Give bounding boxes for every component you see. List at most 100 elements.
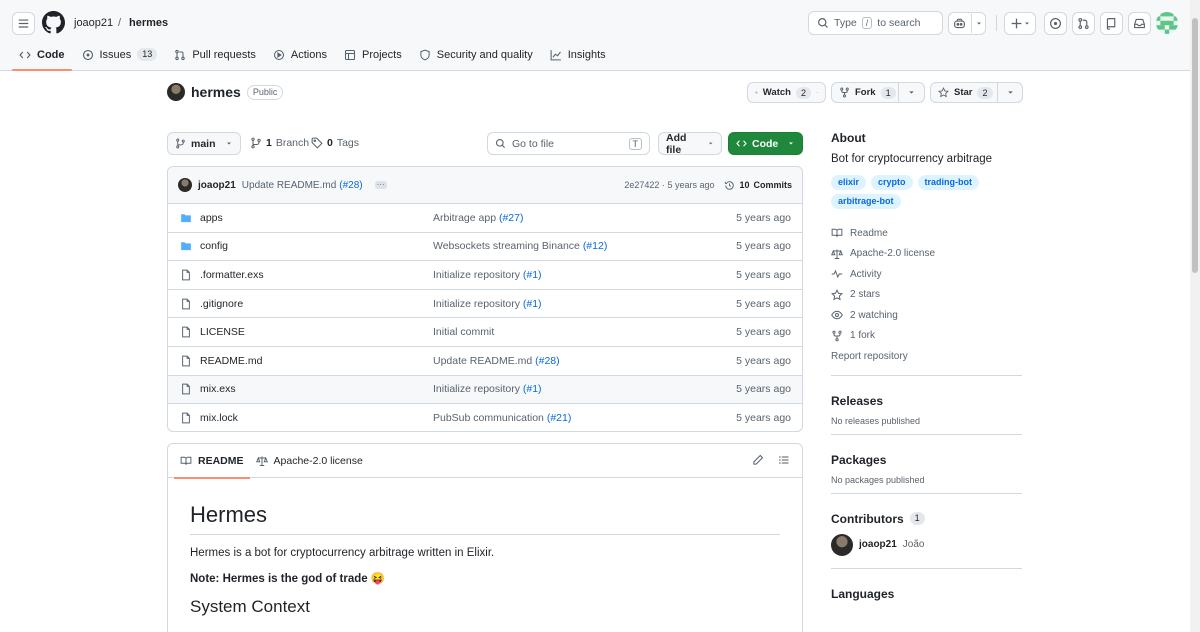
file-row[interactable]: apps Arbitrage app (#27) 5 years ago <box>168 204 802 233</box>
about-link[interactable]: Readme <box>831 223 1022 244</box>
file-commit-message[interactable]: Update README.md (#28) <box>433 355 560 367</box>
tab-issues[interactable]: Issues 13 <box>75 44 165 65</box>
file-row[interactable]: README.md Update README.md (#28) 5 years a… <box>168 347 802 376</box>
tab-security[interactable]: Security and quality <box>412 44 540 65</box>
contributors-heading[interactable]: Contributors 1 <box>831 512 1022 526</box>
file-commit-text[interactable]: Arbitrage app <box>433 212 496 224</box>
file-name[interactable]: .formatter.exs <box>200 269 264 281</box>
list-unordered-icon[interactable] <box>778 454 790 466</box>
github-logo-icon[interactable] <box>42 11 65 34</box>
breadcrumb-owner[interactable]: joaop21 <box>74 17 113 29</box>
menu-button[interactable] <box>12 12 35 35</box>
file-name[interactable]: apps <box>200 212 223 224</box>
code-button[interactable]: Code <box>728 132 803 155</box>
commit-hash[interactable]: 2e27422 <box>624 180 659 190</box>
file-commit-text[interactable]: Initialize repository <box>433 298 520 310</box>
file-name-cell[interactable]: LICENSE <box>180 326 245 338</box>
file-commit-message[interactable]: Initialize repository (#1) <box>433 269 542 281</box>
branches-link[interactable]: 1 Branch <box>250 137 309 149</box>
file-row[interactable]: config Websockets streaming Binance (#12)… <box>168 233 802 262</box>
tab-pull-requests[interactable]: Pull requests <box>167 44 263 65</box>
file-commit-pr[interactable]: (#28) <box>535 355 560 367</box>
about-link[interactable]: Activity <box>831 264 1022 285</box>
file-name-cell[interactable]: .gitignore <box>180 298 243 310</box>
issues-button[interactable] <box>1044 12 1067 35</box>
chevron-down-icon[interactable] <box>907 88 916 97</box>
watch-button[interactable]: Watch 2 <box>747 82 826 103</box>
commit-author-avatar[interactable] <box>178 178 192 192</box>
file-name-cell[interactable]: mix.exs <box>180 383 236 395</box>
file-commit-text[interactable]: PubSub communication <box>433 412 544 424</box>
about-link[interactable]: Apache-2.0 license <box>831 244 1022 265</box>
file-name-cell[interactable]: mix.lock <box>180 412 238 424</box>
scrollbar-thumb[interactable] <box>1192 18 1198 273</box>
create-new-button[interactable] <box>1004 12 1036 35</box>
file-commit-text[interactable]: Initial commit <box>433 326 494 338</box>
page-scrollbar[interactable] <box>1190 0 1200 632</box>
file-commit-message[interactable]: Initialize repository (#1) <box>433 383 542 395</box>
file-commit-text[interactable]: Initialize repository <box>433 383 520 395</box>
file-commit-message[interactable]: Websockets streaming Binance (#12) <box>433 240 607 252</box>
topic-tag[interactable]: elixir <box>831 175 867 190</box>
about-link[interactable]: 2 stars <box>831 285 1022 306</box>
packages-heading[interactable]: Packages <box>831 453 1022 467</box>
releases-heading[interactable]: Releases <box>831 394 1022 408</box>
breadcrumb-repo[interactable]: hermes <box>129 17 168 29</box>
file-commit-message[interactable]: Arbitrage app (#27) <box>433 212 523 224</box>
add-file-button[interactable]: Add file <box>658 132 722 156</box>
contributor-avatar[interactable] <box>831 533 853 556</box>
file-name[interactable]: config <box>200 240 228 252</box>
file-commit-text[interactable]: Update README.md <box>433 355 532 367</box>
chevron-down-icon[interactable] <box>1006 88 1015 97</box>
file-commit-message[interactable]: Initialize repository (#1) <box>433 298 542 310</box>
owner-avatar[interactable] <box>167 83 185 101</box>
file-name[interactable]: mix.exs <box>200 383 236 395</box>
file-name[interactable]: LICENSE <box>200 326 245 338</box>
file-commit-pr[interactable]: (#1) <box>523 383 542 395</box>
about-link[interactable]: 2 watching <box>831 305 1022 326</box>
tab-code[interactable]: Code <box>12 44 72 71</box>
file-commit-text[interactable]: Websockets streaming Binance <box>433 240 580 252</box>
pull-requests-button[interactable] <box>1072 12 1095 35</box>
file-row[interactable]: LICENSE Initial commit 5 years ago <box>168 318 802 347</box>
file-row[interactable]: .formatter.exs Initialize repository (#1)… <box>168 261 802 290</box>
file-commit-pr[interactable]: (#12) <box>583 240 608 252</box>
file-name[interactable]: README.md <box>200 355 262 367</box>
tab-projects[interactable]: Projects <box>337 44 409 65</box>
contributor-login[interactable]: joaop21 <box>859 539 897 550</box>
commit-pr-link[interactable]: (#28) <box>339 180 362 191</box>
file-commit-pr[interactable]: (#1) <box>523 298 542 310</box>
topic-tag[interactable]: trading-bot <box>917 175 980 190</box>
file-commit-pr[interactable]: (#27) <box>499 212 524 224</box>
file-commit-pr[interactable]: (#21) <box>547 412 572 424</box>
repo-name[interactable]: hermes <box>191 84 241 100</box>
user-avatar[interactable] <box>1156 12 1178 34</box>
topic-tag[interactable]: crypto <box>871 175 913 190</box>
file-row[interactable]: .gitignore Initialize repository (#1) 5 ye… <box>168 290 802 319</box>
file-name-cell[interactable]: config <box>180 240 228 252</box>
about-link[interactable]: 1 fork <box>831 326 1022 347</box>
file-name-cell[interactable]: .formatter.exs <box>180 269 264 281</box>
repositories-button[interactable] <box>1100 12 1123 35</box>
inbox-button[interactable] <box>1128 12 1151 35</box>
tab-actions[interactable]: Actions <box>266 44 334 65</box>
tab-insights[interactable]: Insights <box>543 44 613 65</box>
file-commit-pr[interactable]: (#1) <box>523 269 542 281</box>
file-commit-message[interactable]: Initial commit <box>433 326 494 338</box>
file-commit-text[interactable]: Initialize repository <box>433 269 520 281</box>
file-name-cell[interactable]: apps <box>180 212 223 224</box>
commit-author[interactable]: joaop21 <box>198 180 236 191</box>
commit-expand-button[interactable]: ··· <box>374 181 387 189</box>
copilot-button[interactable] <box>948 12 986 35</box>
file-row[interactable]: mix.lock PubSub communication (#21) 5 year… <box>168 404 802 431</box>
pencil-icon[interactable] <box>752 454 764 466</box>
go-to-file-input[interactable]: Go to file T <box>487 132 650 155</box>
file-name[interactable]: mix.lock <box>200 412 238 424</box>
commit-message[interactable]: Update README.md <box>242 180 336 191</box>
file-row[interactable]: mix.exs Initialize repository (#1) 5 years… <box>168 375 802 405</box>
global-search[interactable]: Type / to search <box>808 11 943 35</box>
commits-link[interactable]: 10 Commits <box>724 180 792 191</box>
topic-tag[interactable]: arbitrage-bot <box>831 194 901 209</box>
tab-license[interactable]: Apache-2.0 license <box>250 444 369 478</box>
branch-selector[interactable]: main <box>167 132 241 155</box>
